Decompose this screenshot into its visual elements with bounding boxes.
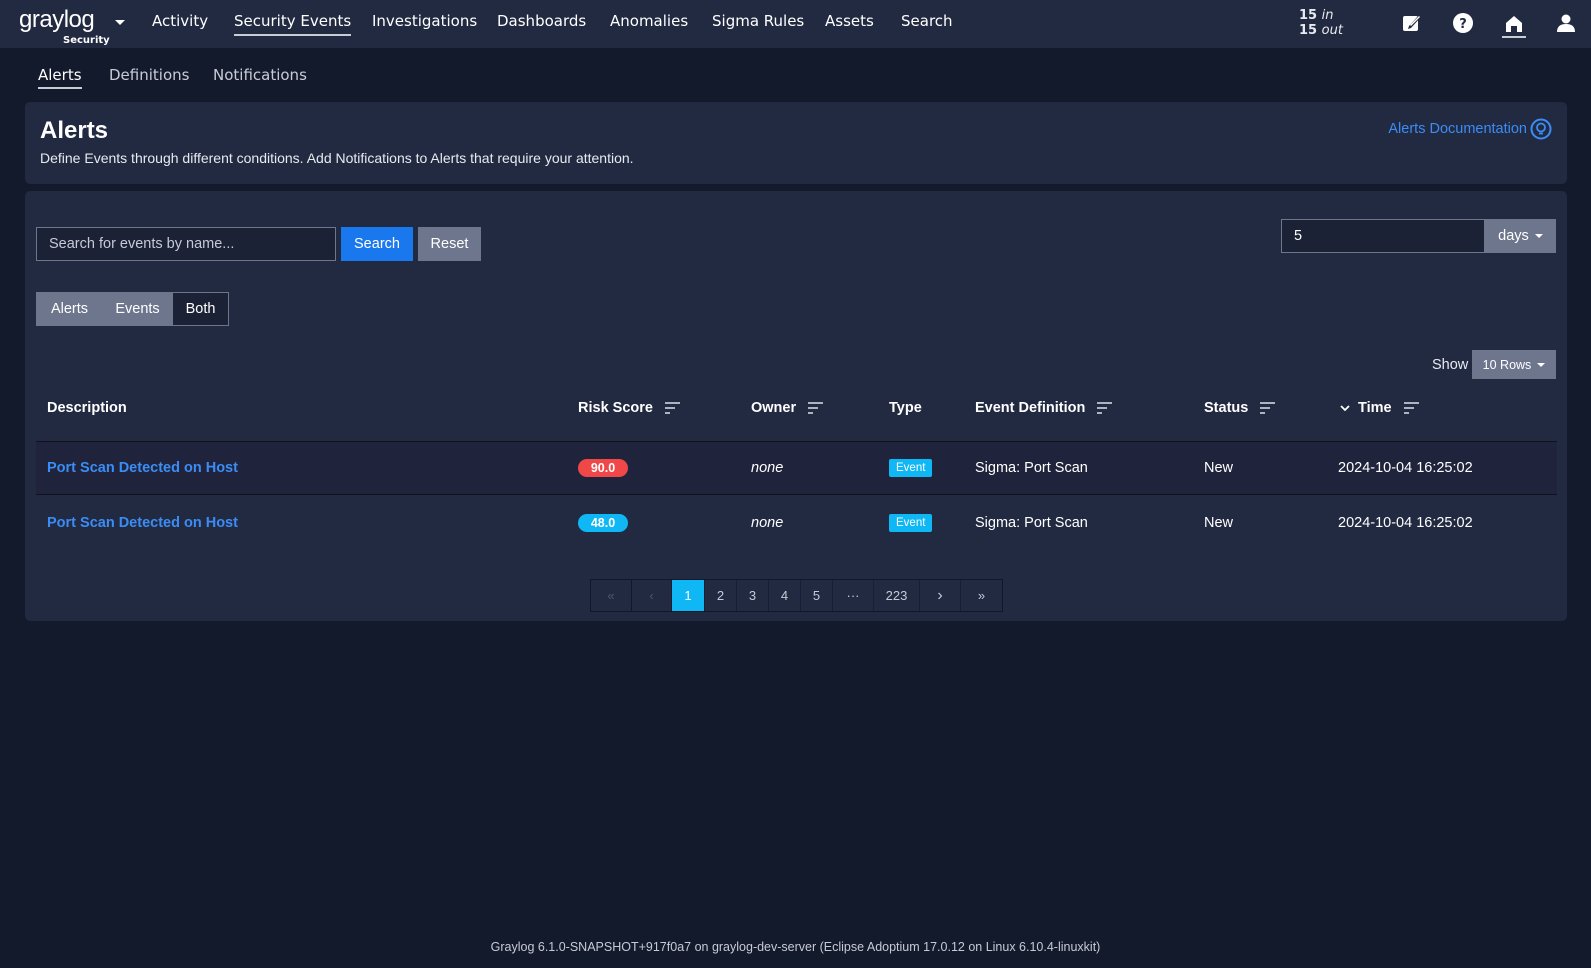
page-title: Alerts — [40, 117, 109, 144]
pagination: « ‹ 1 2 3 4 5 ··· 223 › » — [590, 579, 1003, 612]
type-badge: Event — [889, 514, 933, 532]
page-1-button[interactable]: 1 — [672, 580, 705, 611]
graylog-logo[interactable]: graylog Security — [19, 6, 110, 46]
column-label: Status — [1204, 400, 1249, 416]
caret-down-icon — [1534, 234, 1543, 238]
rows-per-page-label: 10 Rows — [1482, 357, 1532, 372]
type-badge: Event — [889, 459, 933, 477]
nav-anomalies[interactable]: Anomalies — [610, 12, 688, 30]
edit-icon[interactable] — [1400, 11, 1424, 35]
search-input[interactable]: Search for events by name... — [36, 227, 336, 261]
sort-icon[interactable] — [1097, 402, 1113, 414]
segment-alerts[interactable]: Alerts — [36, 292, 103, 326]
throughput-out-label: out — [1321, 23, 1343, 38]
risk-score-badge: 48.0 — [578, 514, 628, 532]
status-value: New — [1204, 515, 1234, 531]
page-description: Define Events through different conditio… — [40, 150, 634, 166]
column-label: Risk Score — [578, 400, 653, 416]
nav-dashboards[interactable]: Dashboards — [497, 12, 586, 30]
column-label: Event Definition — [975, 400, 1086, 416]
rows-per-page-select[interactable]: 10 Rows — [1472, 350, 1556, 379]
nav-activity[interactable]: Activity — [152, 12, 208, 30]
prev-page-button[interactable]: ‹ — [632, 580, 672, 611]
time-value: 2024-10-04 16:25:02 — [1338, 515, 1473, 531]
show-label: Show — [1432, 357, 1469, 373]
timerange-unit-label: days — [1498, 228, 1529, 244]
home-icon[interactable] — [1502, 11, 1526, 38]
first-page-button[interactable]: « — [591, 580, 632, 611]
column-header-risk-score[interactable]: Risk Score — [578, 400, 681, 416]
subnav-notifications[interactable]: Notifications — [213, 66, 307, 84]
sort-icon[interactable] — [808, 402, 824, 414]
reset-button[interactable]: Reset — [418, 227, 481, 261]
nav-sigma-rules[interactable]: Sigma Rules — [712, 12, 804, 30]
owner-value: none — [751, 515, 784, 531]
nav-security-events[interactable]: Security Events — [234, 12, 352, 36]
risk-score-badge: 90.0 — [578, 459, 628, 477]
next-page-button[interactable]: › — [920, 580, 961, 611]
table-row[interactable]: Port Scan Detected on Host 90.0 none Eve… — [36, 441, 1557, 495]
column-header-owner[interactable]: Owner — [751, 400, 824, 416]
throughput-in-label: in — [1321, 8, 1334, 23]
event-definition-value: Sigma: Port Scan — [975, 460, 1088, 476]
last-page-button[interactable]: » — [961, 580, 1002, 611]
product-switch-caret-icon[interactable] — [115, 20, 125, 25]
page-4-button[interactable]: 4 — [769, 580, 801, 611]
sort-icon[interactable] — [1403, 402, 1420, 414]
table-row[interactable]: Port Scan Detected on Host 48.0 none Eve… — [36, 496, 1557, 550]
chevron-down-icon[interactable] — [1340, 404, 1350, 412]
caret-down-icon — [1537, 362, 1546, 367]
column-header-description: Description — [47, 400, 127, 416]
segment-events[interactable]: Events — [103, 292, 172, 326]
lightbulb-icon[interactable] — [1530, 118, 1552, 144]
page-3-button[interactable]: 3 — [737, 580, 769, 611]
column-label: Type — [889, 400, 922, 416]
segment-both[interactable]: Both — [172, 292, 229, 326]
column-label: Description — [47, 400, 127, 416]
nav-assets[interactable]: Assets — [825, 12, 874, 30]
alert-description-link[interactable]: Port Scan Detected on Host — [47, 460, 238, 476]
footer-version: Graylog 6.1.0-SNAPSHOT+917f0a7 on graylo… — [490, 940, 1101, 954]
page-header-panel — [25, 102, 1567, 184]
status-value: New — [1204, 460, 1234, 476]
svg-text:?: ? — [1459, 17, 1467, 32]
alerts-documentation-link[interactable]: Alerts Documentation — [1388, 121, 1527, 137]
logo-subtitle: Security — [63, 35, 110, 46]
column-label: Time — [1358, 400, 1392, 416]
timerange-value-input[interactable]: 5 — [1281, 219, 1485, 253]
help-icon[interactable]: ? — [1451, 11, 1475, 35]
throughput-out-value: 15 — [1299, 23, 1318, 38]
column-header-event-definition[interactable]: Event Definition — [975, 400, 1113, 416]
page-223-button[interactable]: 223 — [874, 580, 920, 611]
column-label: Owner — [751, 400, 797, 416]
sort-icon[interactable] — [1260, 402, 1276, 414]
logo-text: graylog — [19, 6, 95, 33]
column-header-type: Type — [889, 400, 922, 416]
page-2-button[interactable]: 2 — [705, 580, 737, 611]
timerange-unit-select[interactable]: days — [1485, 219, 1556, 253]
owner-value: none — [751, 460, 784, 476]
search-button[interactable]: Search — [341, 227, 413, 261]
column-header-status[interactable]: Status — [1204, 400, 1276, 416]
throughput-indicator[interactable]: 15 in 15 out — [1299, 8, 1343, 38]
subnav-alerts[interactable]: Alerts — [38, 66, 82, 89]
page-5-button[interactable]: 5 — [801, 580, 833, 611]
top-navbar: graylog Security Activity Security Event… — [0, 0, 1591, 48]
time-value: 2024-10-04 16:25:02 — [1338, 460, 1473, 476]
user-icon[interactable] — [1554, 11, 1578, 35]
nav-investigations[interactable]: Investigations — [372, 12, 477, 30]
nav-search[interactable]: Search — [901, 12, 953, 30]
column-header-time[interactable]: Time — [1340, 400, 1420, 416]
sort-icon[interactable] — [664, 402, 681, 414]
event-definition-value: Sigma: Port Scan — [975, 515, 1088, 531]
throughput-in-value: 15 — [1299, 8, 1318, 23]
subnav-definitions[interactable]: Definitions — [109, 66, 189, 84]
pagination-ellipsis: ··· — [833, 580, 874, 611]
alert-description-link[interactable]: Port Scan Detected on Host — [47, 515, 238, 531]
